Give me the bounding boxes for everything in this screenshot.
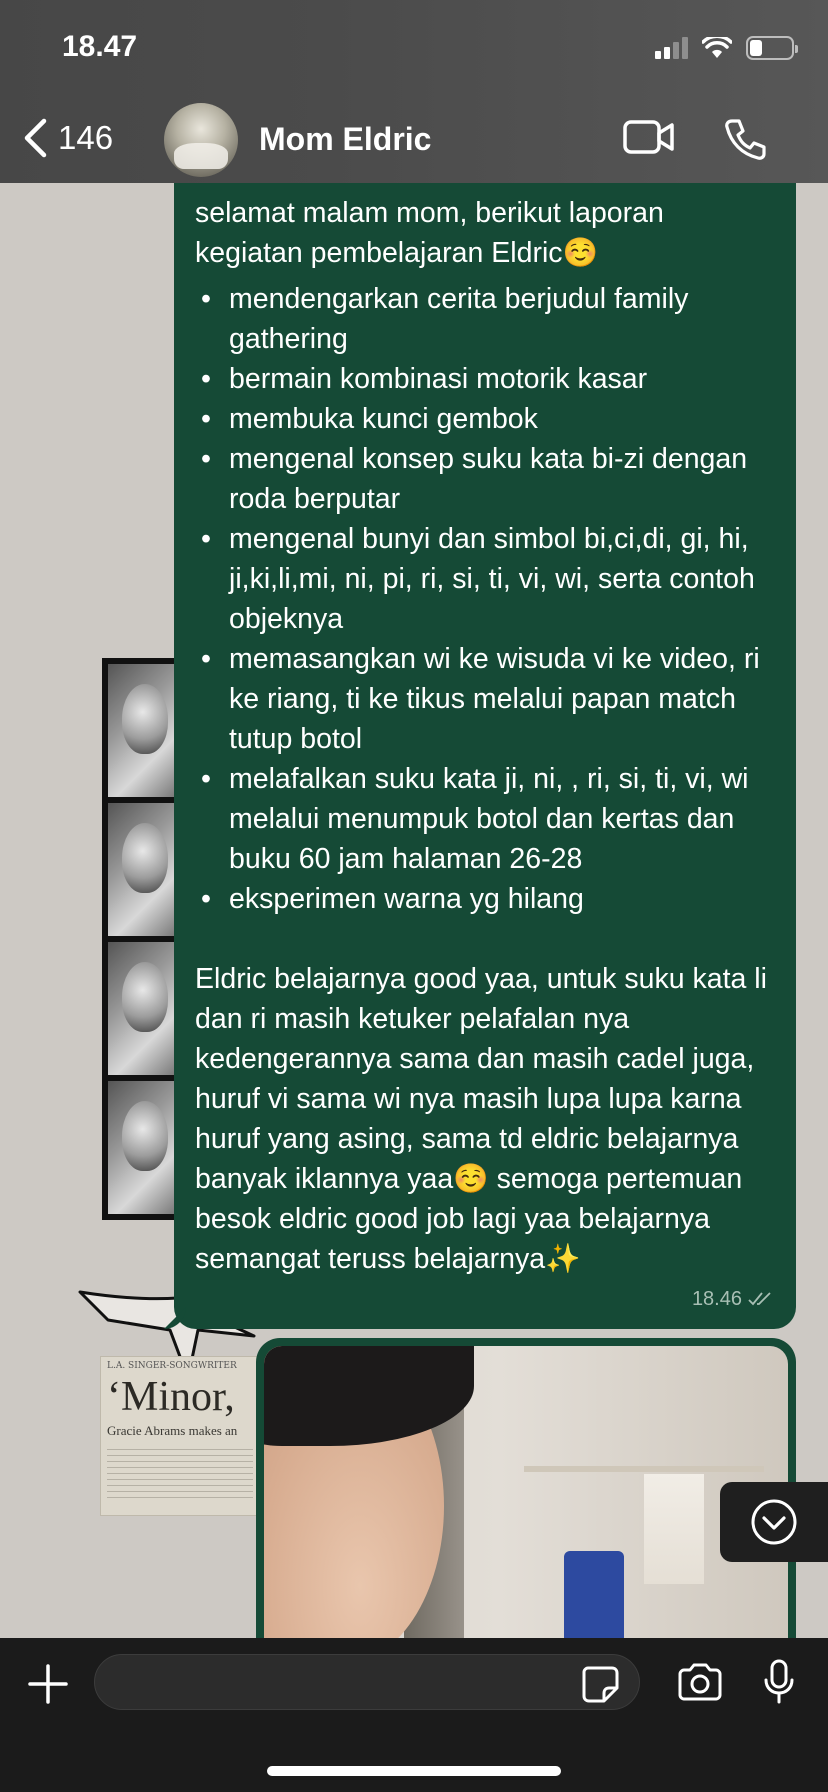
battery-icon	[746, 36, 798, 60]
wallpaper-photo	[108, 1081, 176, 1214]
list-item: mengenal konsep suku kata bi-zi dengan r…	[195, 439, 774, 519]
scroll-to-bottom-button[interactable]	[720, 1482, 828, 1562]
activity-list: mendengarkan cerita berjudul family gath…	[195, 279, 774, 919]
microphone-button[interactable]	[762, 1658, 796, 1711]
contact-name[interactable]: Mom Eldric	[259, 121, 431, 158]
message-meta: 18.46	[692, 1279, 774, 1319]
wifi-icon	[702, 37, 732, 58]
video-call-button[interactable]	[622, 117, 676, 162]
microphone-icon	[764, 1659, 794, 1704]
list-item: mendengarkan cerita berjudul family gath…	[195, 279, 774, 359]
wallpaper-photo	[108, 942, 176, 1075]
message-time: 18.46	[691, 1288, 742, 1310]
back-button[interactable]: 146	[22, 118, 113, 158]
list-item: membuka kunci gembok	[195, 399, 774, 439]
list-item: bermain kombinasi motorik kasar	[195, 359, 774, 399]
signal-icon	[655, 37, 688, 59]
plus-icon	[28, 1664, 68, 1704]
message-input[interactable]	[94, 1654, 640, 1710]
contact-avatar[interactable]	[164, 103, 238, 177]
photo-cloth	[644, 1474, 704, 1584]
list-item: memasangkan wi ke wisuda vi ke video, ri…	[195, 639, 774, 759]
newspaper-subtitle: Gracie Abrams makes an	[107, 1423, 238, 1438]
home-indicator[interactable]	[267, 1766, 561, 1776]
chat-header: 18.47 146 Mom Eldric	[0, 0, 828, 183]
unread-count: 146	[58, 119, 114, 156]
phone-icon	[725, 119, 766, 160]
newspaper-text-lines	[107, 1449, 253, 1499]
sticker-icon	[582, 1666, 619, 1703]
voice-call-button[interactable]	[724, 117, 768, 166]
double-check-icon	[748, 1292, 771, 1306]
wallpaper-photo	[108, 803, 176, 936]
list-item: melafalkan suku kata ji, ni, , ri, si, t…	[195, 759, 774, 879]
chevron-down-circle-icon	[751, 1499, 797, 1545]
message-closing: Eldric belajarnya good yaa, untuk suku k…	[195, 963, 767, 1275]
message-intro: selamat malam mom, berikut laporan kegia…	[195, 197, 664, 269]
newspaper-title: ‘Minor,	[107, 1374, 235, 1420]
video-camera-icon	[623, 120, 674, 154]
status-icons	[655, 36, 798, 60]
attach-button[interactable]	[26, 1662, 70, 1711]
outgoing-message-bubble[interactable]: selamat malam mom, berikut laporan kegia…	[174, 183, 796, 1329]
wallpaper-photo	[108, 664, 176, 797]
status-time: 18.47	[62, 30, 138, 63]
list-item: eksperimen warna yg hilang	[195, 879, 774, 919]
chevron-left-icon	[24, 118, 47, 158]
wallpaper-photo-strip	[102, 658, 182, 1220]
wallpaper-newspaper-clipping: L.A. SINGER-SONGWRITER ‘Minor, Gracie Ab…	[100, 1356, 260, 1516]
camera-button[interactable]	[676, 1662, 724, 1707]
sticker-button[interactable]	[580, 1664, 620, 1709]
camera-icon	[678, 1663, 722, 1701]
newspaper-header: L.A. SINGER-SONGWRITER	[107, 1361, 237, 1371]
list-item: mengenal bunyi dan simbol bi,ci,di, gi, …	[195, 519, 774, 639]
